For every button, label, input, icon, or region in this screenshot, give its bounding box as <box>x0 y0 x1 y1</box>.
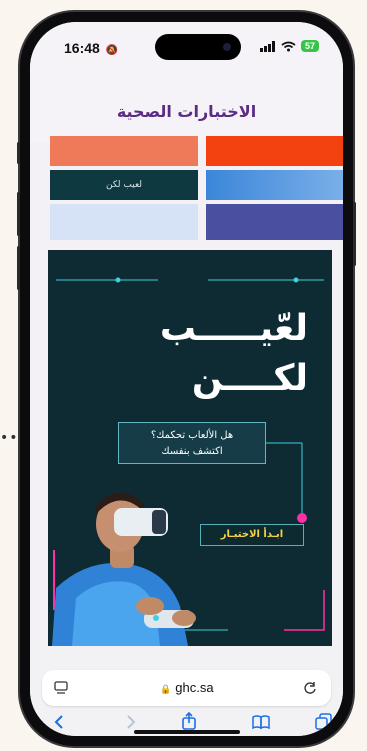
tile-indigo[interactable] <box>206 204 343 240</box>
home-indicator[interactable] <box>134 730 240 734</box>
tile-coral[interactable] <box>50 136 198 166</box>
screen: 16:48 🔕 57 الاختبارات الصحية لعيب لكن لع… <box>30 22 343 736</box>
signal-icon <box>259 40 275 52</box>
phone-frame: 16:48 🔕 57 الاختبارات الصحية لعيب لكن لع… <box>17 12 356 746</box>
address-bar[interactable]: 🔒 ghc.sa <box>42 670 331 706</box>
status-bar: 16:48 🔕 57 <box>30 22 343 72</box>
volume-up-button <box>17 192 20 236</box>
start-test-button[interactable]: ابـدأ الاختبـار <box>200 524 304 546</box>
question-line-1: هل الألعاب تحكمك؟ <box>150 430 234 441</box>
banner-headline-1: لعّيـــــب <box>159 308 308 349</box>
tile-dark[interactable]: لعيب لكن <box>50 170 198 200</box>
battery-indicator: 57 <box>300 40 319 52</box>
forward-icon[interactable] <box>126 714 136 730</box>
volume-down-button <box>17 246 20 290</box>
lock-icon: 🔒 <box>160 684 172 694</box>
question-box: هل الألعاب تحكمك؟ اكتشف بنفسك <box>118 422 266 464</box>
dynamic-island <box>155 34 241 60</box>
share-icon[interactable] <box>181 712 197 730</box>
tile-dark-label: لعيب لكن <box>105 180 143 190</box>
back-icon[interactable] <box>54 714 64 730</box>
banner-headline-2: لكــــن <box>191 358 308 399</box>
status-time-text: 16:48 <box>64 40 100 56</box>
status-indicators: 57 <box>259 40 319 52</box>
tile-orange[interactable] <box>206 136 343 166</box>
tab-overview-icon[interactable] <box>315 713 333 731</box>
power-button <box>353 202 356 266</box>
mute-switch <box>17 142 20 164</box>
tabs-icon[interactable] <box>54 681 70 695</box>
wifi-icon <box>281 41 296 51</box>
promo-banner[interactable]: لعّيـــــب لكــــن هل الألعاب تحكمك؟ اكت… <box>48 250 332 646</box>
page-title: الاختبارات الصحية <box>116 102 257 121</box>
bookmarks-icon[interactable] <box>251 714 271 730</box>
status-time: 16:48 🔕 <box>64 40 118 56</box>
url-display[interactable]: 🔒 ghc.sa <box>142 680 232 695</box>
reload-icon[interactable] <box>303 681 317 695</box>
bell-slash-icon: 🔕 <box>105 45 119 56</box>
camera-dot <box>223 43 231 51</box>
tile-blue[interactable] <box>206 170 343 200</box>
tile-light-blue[interactable] <box>50 204 198 240</box>
vr-player-illustration <box>52 492 196 646</box>
overflow-dots: •• <box>0 430 19 446</box>
url-text: ghc.sa <box>175 680 214 695</box>
question-line-2: اكتشف بنفسك <box>161 446 223 457</box>
